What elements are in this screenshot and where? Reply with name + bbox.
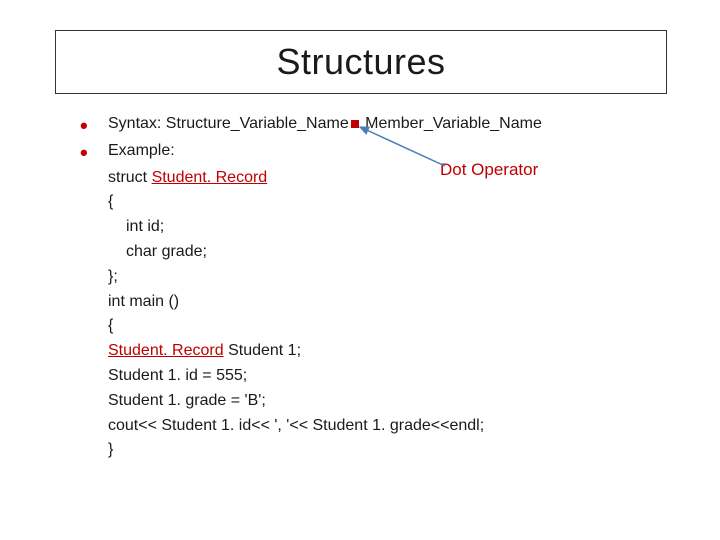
dot-square-icon bbox=[351, 120, 359, 128]
code-var-decl: Student 1; bbox=[224, 342, 301, 359]
code-type-studentrecord: Student. Record bbox=[152, 169, 268, 186]
bullet-syntax: Syntax: Structure_Variable_Name Member_V… bbox=[80, 112, 680, 137]
bullet-list: Syntax: Structure_Variable_Name Member_V… bbox=[80, 112, 680, 164]
code-line-11: cout<< Student 1. id<< ', '<< Student 1.… bbox=[108, 414, 680, 439]
code-line-4: char grade; bbox=[108, 240, 680, 265]
code-block: struct Student. Record { int id; char gr… bbox=[80, 166, 680, 464]
content-area: Syntax: Structure_Variable_Name Member_V… bbox=[80, 112, 680, 463]
code-line-7: { bbox=[108, 314, 680, 339]
code-line-5: }; bbox=[108, 265, 680, 290]
code-line-3: int id; bbox=[108, 215, 680, 240]
code-line-1: struct Student. Record bbox=[108, 166, 680, 191]
code-member-grade: char grade; bbox=[126, 243, 207, 260]
code-type-ref: Student. Record bbox=[108, 342, 224, 359]
code-line-9: Student 1. id = 555; bbox=[108, 364, 680, 389]
title-box: Structures bbox=[55, 30, 667, 94]
code-member-id: int id; bbox=[126, 218, 164, 235]
slide: Structures Syntax: Structure_Variable_Na… bbox=[0, 0, 720, 540]
code-line-12: } bbox=[108, 438, 680, 463]
annotation-dot-operator: Dot Operator bbox=[440, 160, 538, 180]
page-title: Structures bbox=[276, 41, 445, 83]
syntax-text-left: Syntax: Structure_Variable_Name bbox=[108, 115, 349, 132]
code-kw-struct: struct bbox=[108, 169, 152, 186]
code-line-8: Student. Record Student 1; bbox=[108, 339, 680, 364]
code-line-6: int main () bbox=[108, 290, 680, 315]
code-line-2: { bbox=[108, 190, 680, 215]
syntax-text-right: Member_Variable_Name bbox=[361, 115, 542, 132]
code-line-10: Student 1. grade = 'B'; bbox=[108, 389, 680, 414]
example-label: Example: bbox=[108, 142, 175, 159]
bullet-example: Example: bbox=[80, 139, 680, 164]
